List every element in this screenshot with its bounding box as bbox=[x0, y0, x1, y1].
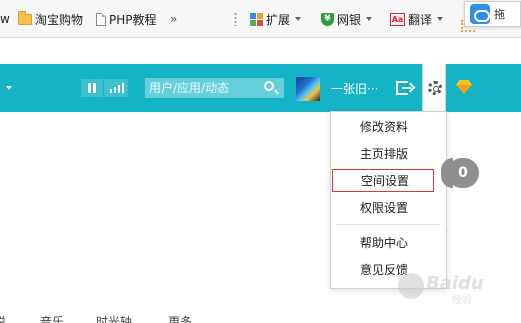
bookmark-partial-label: w bbox=[0, 12, 10, 26]
extensions-label: 扩展 bbox=[266, 12, 291, 27]
bookmarks-overflow-button[interactable]: » bbox=[170, 10, 177, 28]
shield-icon: ¥ bbox=[321, 12, 334, 26]
menu-divider bbox=[336, 224, 441, 225]
translate-button[interactable]: Aa 翻译 bbox=[390, 10, 444, 28]
screenshot: w 淘宝购物 PHP教程 » 扩展 ¥ 网银 Aa 翻译 拖 用户/应用/动态 … bbox=[0, 0, 521, 323]
bookmarks-bar: w 淘宝购物 PHP教程 » 扩展 ¥ 网银 Aa 翻译 拖 bbox=[0, 0, 521, 38]
bookmark-partial[interactable]: w bbox=[0, 10, 10, 28]
chevron-down-icon bbox=[366, 17, 373, 21]
tooltip-text: 拖 bbox=[494, 8, 505, 21]
count-badge[interactable]: 0 bbox=[441, 158, 479, 188]
tab-more[interactable]: 更多 bbox=[168, 313, 192, 323]
menu-item-space-settings[interactable]: 空间设置 bbox=[332, 169, 434, 192]
page-icon bbox=[96, 12, 106, 26]
paw-icon bbox=[398, 273, 424, 299]
double-chevron-icon: » bbox=[170, 12, 178, 26]
pause-button[interactable] bbox=[81, 79, 103, 97]
baidu-watermark: Baidu 经验 bbox=[398, 269, 518, 306]
diamond-icon[interactable] bbox=[456, 80, 472, 94]
cloud-tooltip[interactable]: 拖 bbox=[464, 1, 521, 27]
menu-item-help-center[interactable]: 帮助中心 bbox=[331, 232, 446, 254]
menu-item-edit-profile[interactable]: 修改资料 bbox=[331, 116, 446, 138]
chevron-down-icon bbox=[295, 17, 302, 21]
chevron-down-icon[interactable] bbox=[6, 86, 12, 90]
tab-timeline[interactable]: 时光轴 bbox=[96, 313, 132, 323]
menu-item-permission-settings[interactable]: 权限设置 bbox=[331, 197, 446, 219]
bookmark-label: PHP教程 bbox=[109, 12, 157, 27]
gear-icon bbox=[428, 81, 442, 95]
tab-music[interactable]: 音乐 bbox=[40, 313, 64, 323]
translate-icon: Aa bbox=[390, 12, 405, 26]
avatar[interactable] bbox=[296, 77, 320, 101]
tab-talk[interactable]: 说 bbox=[0, 313, 6, 323]
signal-button[interactable] bbox=[104, 79, 128, 97]
drag-handle-icon[interactable] bbox=[234, 12, 237, 26]
online-banking-button[interactable]: ¥ 网银 bbox=[321, 10, 373, 28]
menu-item-homepage-layout[interactable]: 主页排版 bbox=[331, 143, 446, 165]
bookmark-taobao[interactable]: 淘宝购物 bbox=[18, 10, 83, 28]
username[interactable]: 一张旧··· bbox=[331, 80, 378, 97]
cloud-icon bbox=[470, 4, 490, 24]
bookmark-php[interactable]: PHP教程 bbox=[96, 10, 157, 28]
bottom-tabs: 说 音乐 时光轴 更多 bbox=[0, 313, 521, 323]
online-banking-label: 网银 bbox=[337, 12, 362, 27]
chevron-down-icon bbox=[437, 17, 444, 21]
translate-label: 翻译 bbox=[408, 12, 433, 27]
watermark-sub: 经验 bbox=[452, 295, 472, 306]
search-icon[interactable] bbox=[264, 81, 274, 91]
search-input[interactable] bbox=[145, 78, 284, 98]
folder-icon bbox=[18, 10, 32, 25]
grid-icon bbox=[250, 12, 263, 26]
bookmark-label: 淘宝购物 bbox=[35, 12, 84, 27]
logout-icon[interactable] bbox=[396, 81, 411, 95]
extensions-button[interactable]: 扩展 bbox=[250, 10, 302, 28]
settings-button[interactable] bbox=[422, 64, 446, 112]
settings-dropdown: 修改资料 主页排版 空间设置 权限设置 帮助中心 意见反馈 bbox=[330, 111, 447, 289]
